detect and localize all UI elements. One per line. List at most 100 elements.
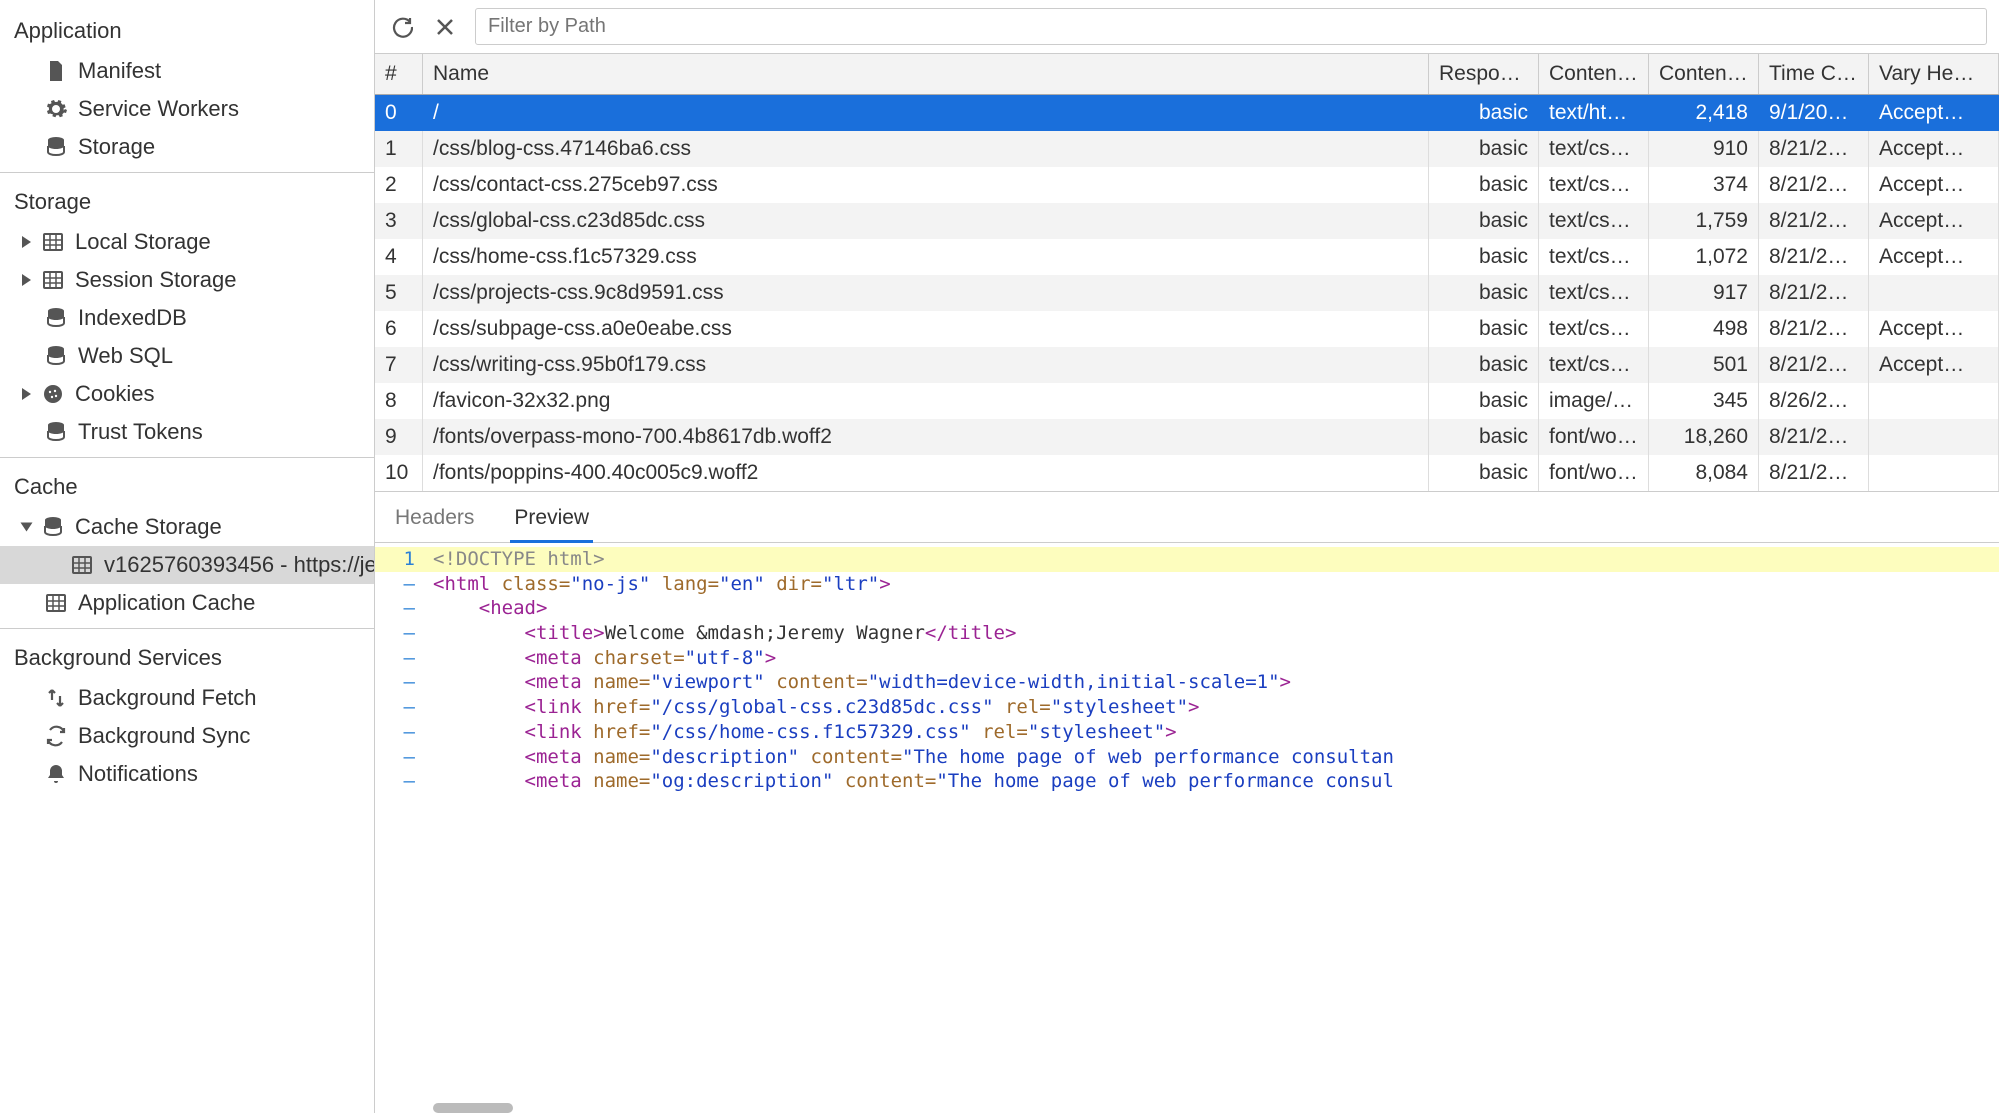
refresh-button[interactable] — [387, 13, 415, 41]
column-header[interactable]: Conten… — [1539, 54, 1649, 94]
disclosure-triangle-icon[interactable] — [22, 236, 31, 248]
sidebar-item[interactable]: Notifications — [0, 755, 374, 793]
sidebar-item[interactable]: IndexedDB — [0, 299, 374, 337]
column-header[interactable]: Time C… — [1759, 54, 1869, 94]
table-row[interactable]: 3/css/global-css.c23d85dc.cssbasictext/c… — [375, 203, 1999, 239]
table-cell: Accept… — [1869, 167, 1999, 203]
clear-button[interactable] — [431, 13, 459, 41]
table-cell: 8/26/2… — [1759, 383, 1869, 419]
cache-entries-table: #NameRespo…Conten…Conten…Time C…Vary He…… — [375, 54, 1999, 491]
sidebar-item[interactable]: Trust Tokens — [0, 413, 374, 451]
table-cell: 1 — [375, 131, 423, 167]
tab-headers[interactable]: Headers — [391, 502, 478, 542]
sidebar-item-label: Local Storage — [75, 229, 211, 255]
table-cell: 7 — [375, 347, 423, 383]
column-header[interactable]: Vary He… — [1869, 54, 1999, 94]
table-cell: 2,418 — [1649, 95, 1759, 131]
table-row[interactable]: 6/css/subpage-css.a0e0eabe.cssbasictext/… — [375, 311, 1999, 347]
detail-tabs: Headers Preview — [375, 491, 1999, 543]
sidebar-item-label: Web SQL — [78, 343, 173, 369]
table-cell: 0 — [375, 95, 423, 131]
table-cell: Accept… — [1869, 239, 1999, 275]
sidebar-item-label: Trust Tokens — [78, 419, 203, 445]
table-cell: 9 — [375, 419, 423, 455]
table-cell: 18,260 — [1649, 419, 1759, 455]
table-cell: /css/subpage-css.a0e0eabe.css — [423, 311, 1429, 347]
table-cell: 8/21/2… — [1759, 167, 1869, 203]
code-line[interactable]: – <meta name="og:description" content="T… — [375, 769, 1999, 794]
db-icon — [44, 306, 68, 330]
code-line[interactable]: – <link href="/css/home-css.f1c57329.css… — [375, 720, 1999, 745]
table-row[interactable]: 1/css/blog-css.47146ba6.cssbasictext/cs…… — [375, 131, 1999, 167]
table-cell: text/cs… — [1539, 167, 1649, 203]
table-cell: 8/21/2… — [1759, 311, 1869, 347]
code-line[interactable]: –<html class="no-js" lang="en" dir="ltr"… — [375, 572, 1999, 597]
table-row[interactable]: 8/favicon-32x32.pngbasicimage/…3458/26/2… — [375, 383, 1999, 419]
disclosure-triangle-icon[interactable] — [22, 388, 31, 400]
table-row[interactable]: 9/fonts/overpass-mono-700.4b8617db.woff2… — [375, 419, 1999, 455]
code-line[interactable]: – <title>Welcome &mdash;Jeremy Wagner</t… — [375, 621, 1999, 646]
sidebar-item[interactable]: Background Fetch — [0, 679, 374, 717]
code-line[interactable]: – <meta name="description" content="The … — [375, 745, 1999, 770]
sidebar-item-label: Background Sync — [78, 723, 250, 749]
fetch-icon — [44, 686, 68, 710]
disclosure-triangle-icon[interactable] — [22, 274, 31, 286]
code-content: <meta name="description" content="The ho… — [429, 745, 1394, 770]
table-cell: 8/21/2… — [1759, 419, 1869, 455]
table-row[interactable]: 5/css/projects-css.9c8d9591.cssbasictext… — [375, 275, 1999, 311]
sidebar-item-label: Cache Storage — [75, 514, 222, 540]
sidebar-item[interactable]: v1625760393456 - https://je — [0, 546, 374, 584]
table-cell: Accept… — [1869, 131, 1999, 167]
sidebar-item[interactable]: Session Storage — [0, 261, 374, 299]
refresh-icon — [389, 15, 413, 39]
code-line[interactable]: 1<!DOCTYPE html> — [375, 547, 1999, 572]
code-content: <meta name="og:description" content="The… — [429, 769, 1394, 794]
sidebar-item[interactable]: Manifest — [0, 52, 374, 90]
table-cell: /css/writing-css.95b0f179.css — [423, 347, 1429, 383]
line-number: – — [375, 596, 429, 621]
code-line[interactable]: – <head> — [375, 596, 1999, 621]
section-title: Cache — [0, 464, 374, 508]
bell-icon — [44, 762, 68, 786]
table-row[interactable]: 7/css/writing-css.95b0f179.cssbasictext/… — [375, 347, 1999, 383]
code-line[interactable]: – <link href="/css/global-css.c23d85dc.c… — [375, 695, 1999, 720]
filter-input[interactable] — [488, 15, 1974, 38]
horizontal-scrollbar[interactable] — [433, 1103, 513, 1113]
tab-preview[interactable]: Preview — [510, 502, 593, 543]
table-cell: 910 — [1649, 131, 1759, 167]
code-line[interactable]: – <meta name="viewport" content="width=d… — [375, 670, 1999, 695]
table-cell: text/cs… — [1539, 203, 1649, 239]
table-row[interactable]: 4/css/home-css.f1c57329.cssbasictext/cs…… — [375, 239, 1999, 275]
table-cell: 8 — [375, 383, 423, 419]
table-cell: basic — [1429, 203, 1539, 239]
line-number: – — [375, 646, 429, 671]
table-row[interactable]: 2/css/contact-css.275ceb97.cssbasictext/… — [375, 167, 1999, 203]
sidebar-item[interactable]: Storage — [0, 128, 374, 166]
db-icon — [44, 420, 68, 444]
sidebar-item[interactable]: Service Workers — [0, 90, 374, 128]
table-cell: 374 — [1649, 167, 1759, 203]
column-header[interactable]: Name — [423, 54, 1429, 94]
grid-icon — [41, 268, 65, 292]
sidebar-item[interactable]: Application Cache — [0, 584, 374, 622]
sidebar-item[interactable]: Web SQL — [0, 337, 374, 375]
table-cell: 5 — [375, 275, 423, 311]
table-cell: basic — [1429, 239, 1539, 275]
column-header[interactable]: Conten… — [1649, 54, 1759, 94]
column-header[interactable]: Respo… — [1429, 54, 1539, 94]
table-cell: 498 — [1649, 311, 1759, 347]
code-content: <html class="no-js" lang="en" dir="ltr"> — [429, 572, 891, 597]
sidebar-item[interactable]: Local Storage — [0, 223, 374, 261]
table-row[interactable]: 10/fonts/poppins-400.40c005c9.woff2basic… — [375, 455, 1999, 491]
table-cell — [1869, 419, 1999, 455]
table-cell — [1869, 455, 1999, 491]
sidebar-item[interactable]: Cache Storage — [0, 508, 374, 546]
code-line[interactable]: – <meta charset="utf-8"> — [375, 646, 1999, 671]
table-row[interactable]: 0/basictext/ht…2,4189/1/20…Accept… — [375, 95, 1999, 131]
section-title: Application — [0, 8, 374, 52]
sidebar-item[interactable]: Cookies — [0, 375, 374, 413]
sidebar-item-label: Manifest — [78, 58, 161, 84]
column-header[interactable]: # — [375, 54, 423, 94]
disclosure-triangle-icon[interactable] — [21, 523, 33, 532]
sidebar-item[interactable]: Background Sync — [0, 717, 374, 755]
